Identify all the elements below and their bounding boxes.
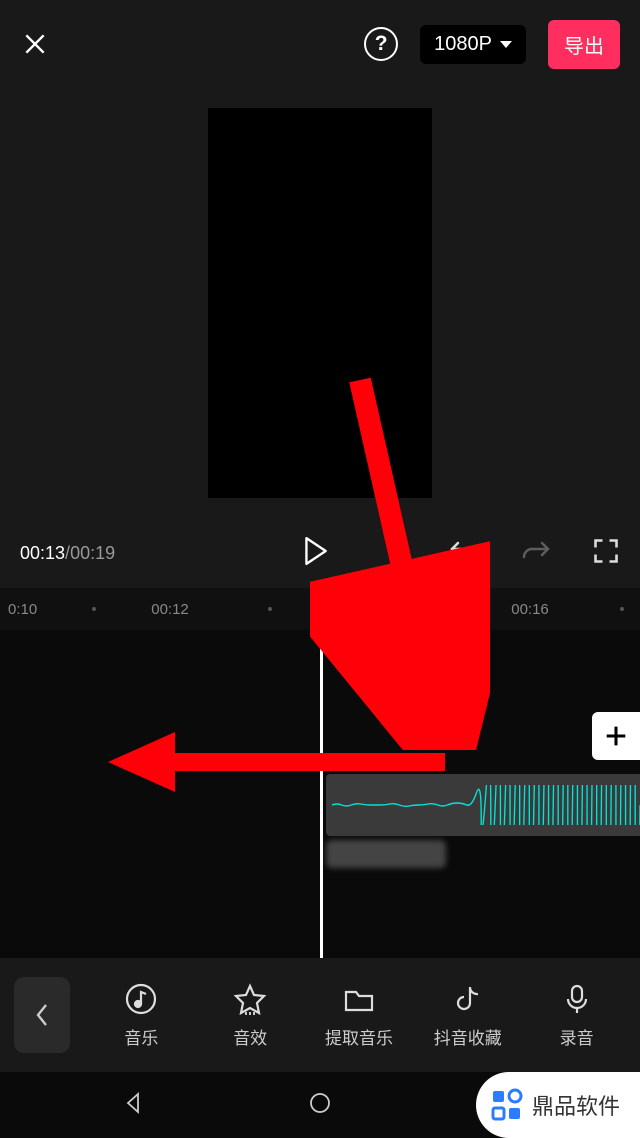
ruler-label: 00:16 — [511, 601, 549, 618]
help-icon: ? — [375, 32, 388, 56]
ruler-label: 00:12 — [151, 601, 189, 618]
current-time: 00:13 — [20, 543, 65, 563]
ruler-tick — [620, 607, 624, 611]
mic-icon — [560, 982, 594, 1016]
nav-home[interactable] — [307, 1090, 333, 1121]
add-clip-button[interactable] — [592, 712, 640, 760]
undo-button[interactable] — [448, 537, 480, 570]
ruler-tick — [92, 607, 96, 611]
waveform — [326, 774, 640, 836]
playhead[interactable] — [320, 630, 323, 958]
music-icon — [124, 982, 158, 1016]
brand-text: 鼎品软件 — [532, 1089, 620, 1121]
menu-label: 抖音收藏 — [434, 1024, 502, 1049]
audio-toolbar: 音乐 音效 提取音乐 抖音收藏 录音 — [0, 958, 640, 1072]
close-button[interactable] — [20, 29, 50, 59]
menu-item-record[interactable]: 录音 — [527, 982, 626, 1049]
watermark-branding: 鼎品软件 — [476, 1072, 640, 1138]
fullscreen-button[interactable] — [592, 537, 620, 570]
total-time: 00:19 — [70, 543, 115, 563]
timeline[interactable]: 0:10 00:12 00:14 00:16 — [0, 588, 640, 958]
ruler-label: 00:14 — [334, 601, 372, 618]
redo-button — [520, 537, 552, 570]
audio-clip[interactable] — [326, 774, 640, 836]
menu-item-sound-effect[interactable]: 音效 — [201, 982, 300, 1049]
nav-back[interactable] — [120, 1090, 146, 1121]
help-button[interactable]: ? — [364, 27, 398, 61]
clip-label-blurred — [326, 840, 446, 868]
folder-icon — [342, 982, 376, 1016]
star-icon — [233, 982, 267, 1016]
play-button[interactable] — [302, 536, 328, 571]
export-label: 导出 — [564, 36, 604, 58]
back-button[interactable] — [14, 977, 70, 1053]
douyin-icon — [451, 982, 485, 1016]
ruler-tick — [445, 607, 449, 611]
menu-label: 录音 — [560, 1024, 594, 1049]
resolution-label: 1080P — [434, 33, 492, 56]
time-ruler[interactable]: 0:10 00:12 00:14 00:16 — [0, 588, 640, 630]
brand-logo-icon — [490, 1088, 524, 1122]
menu-item-extract-music[interactable]: 提取音乐 — [310, 982, 409, 1049]
resolution-selector[interactable]: 1080P — [420, 25, 526, 64]
menu-label: 音效 — [233, 1024, 267, 1049]
menu-item-music[interactable]: 音乐 — [92, 982, 191, 1049]
menu-label: 提取音乐 — [325, 1024, 393, 1049]
ruler-tick — [268, 607, 272, 611]
menu-item-douyin-fav[interactable]: 抖音收藏 — [418, 982, 517, 1049]
ruler-label: 0:10 — [8, 601, 37, 618]
video-canvas[interactable] — [208, 108, 432, 498]
menu-label: 音乐 — [124, 1024, 158, 1049]
timecode: 00:13/00:19 — [20, 543, 302, 564]
chevron-down-icon — [500, 41, 512, 48]
export-button[interactable]: 导出 — [548, 20, 620, 69]
preview-area — [0, 88, 640, 518]
